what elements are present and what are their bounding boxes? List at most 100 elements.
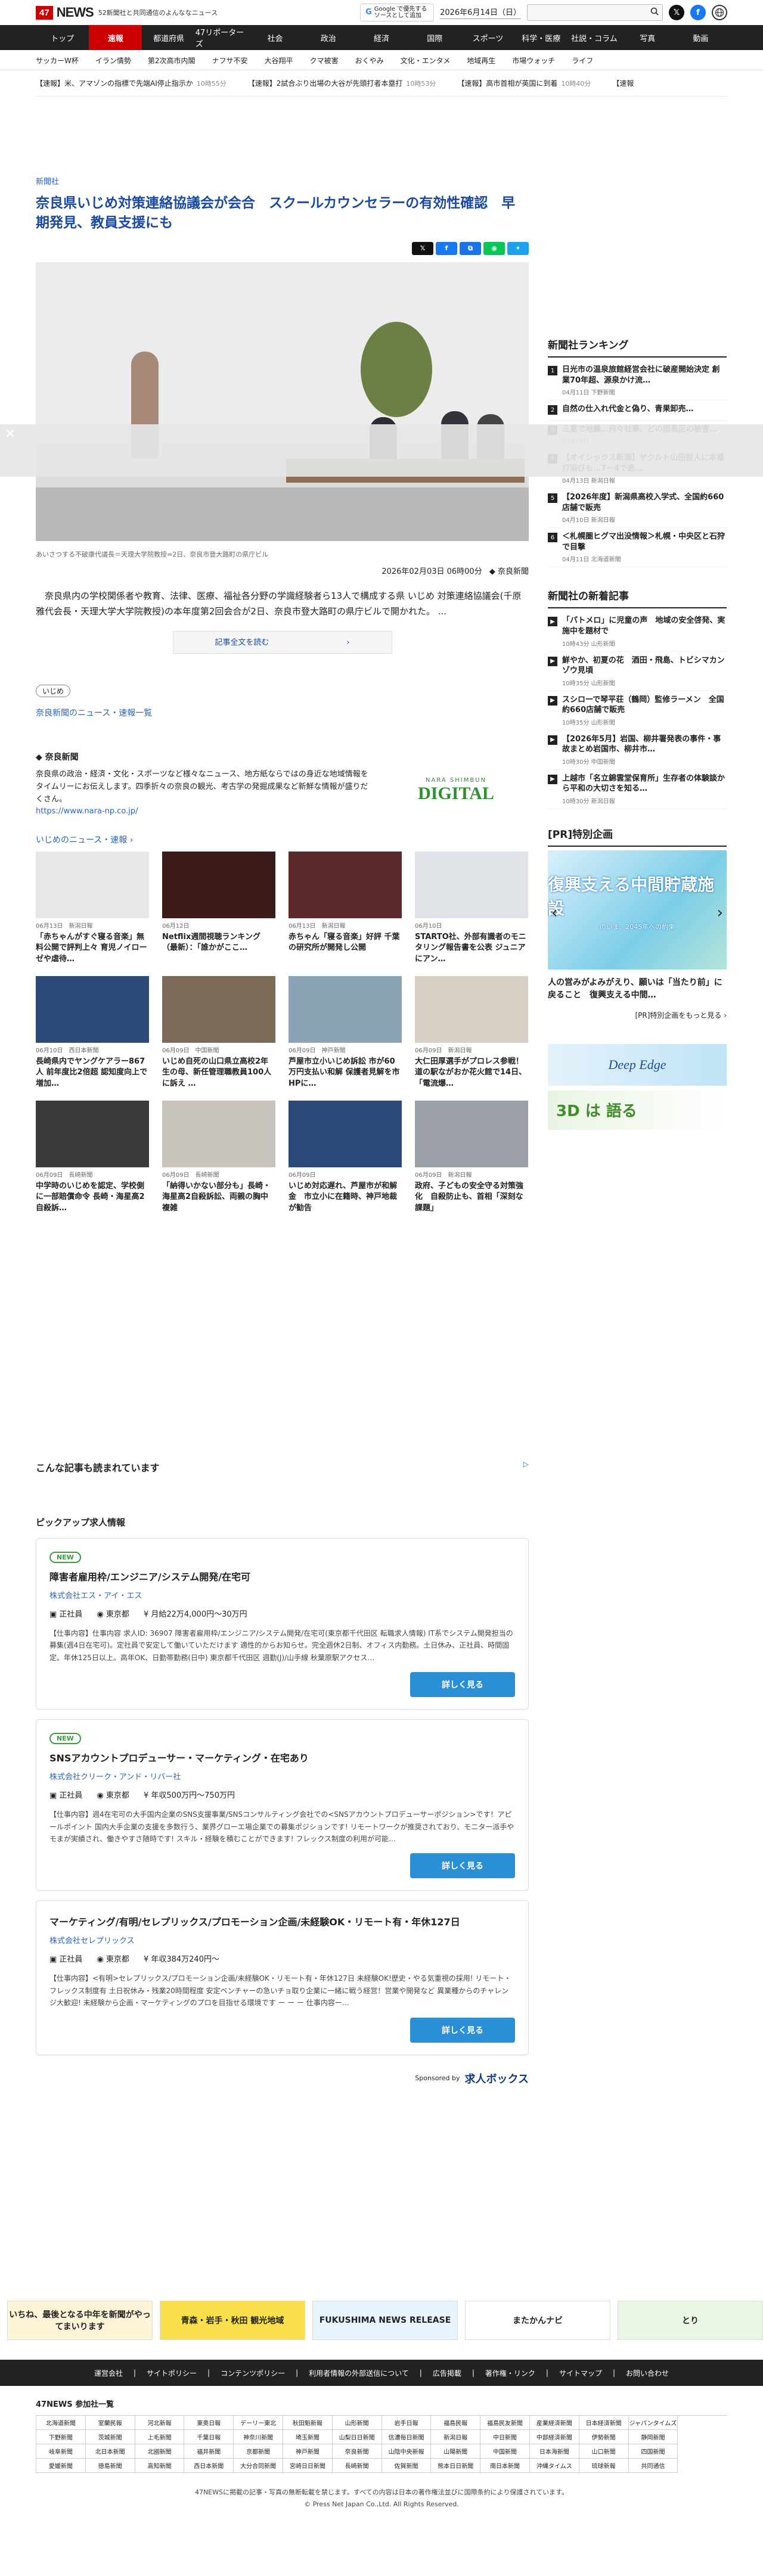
member-link[interactable]: 徳島新聞	[85, 2459, 135, 2473]
job-card[interactable]: マーケティング/有明/セレプリックス/プロモーション企画/未経験OK・リモート有…	[36, 1900, 529, 2055]
job-title[interactable]: SNSアカウントプロデューサー・マーケティング・在宅あり	[49, 1750, 515, 1764]
member-link[interactable]: 日本海新聞	[529, 2444, 579, 2459]
ranking-item[interactable]: 5 【2026年度】新潟県高校入学式、全国約660店舗で販売 04月10日 新潟日報	[548, 489, 727, 529]
member-link[interactable]: 上毛新聞	[135, 2430, 185, 2444]
member-link[interactable]: 北國新聞	[135, 2444, 185, 2459]
news-card-thumbnail[interactable]	[36, 851, 149, 918]
share-line-icon[interactable]: ◉	[483, 241, 505, 255]
globe-icon[interactable]	[712, 5, 727, 20]
member-link[interactable]: 中部経済新聞	[529, 2430, 579, 2444]
share-x-icon[interactable]: 𝕏	[412, 241, 433, 255]
carousel-next-icon[interactable]: ›	[717, 904, 723, 922]
sub-nav-item[interactable]: 第2次高市内閣	[148, 55, 196, 66]
main-nav-item[interactable]: 写真	[621, 25, 674, 50]
job-card[interactable]: NEW SNSアカウントプロデューサー・マーケティング・在宅あり 株式会社クリーク・…	[36, 1719, 529, 1891]
news-card[interactable]: 06月09日 中国新聞 いじめ自死の山口県立高校2年生の母、新任管理職教員100人に…	[162, 975, 275, 1091]
partner-banner[interactable]: いちね、最後となる中年を新聞がやってまいります	[7, 2301, 153, 2340]
member-link[interactable]: 高知新聞	[135, 2459, 185, 2473]
pr-image[interactable]: ‹ 復興支える中間貯蔵施設 のいま、2045年への約束 ›	[548, 850, 727, 970]
news-card-thumbnail[interactable]	[289, 1100, 402, 1167]
adchoices-icon[interactable]: ▷	[523, 1460, 529, 1474]
main-nav-item[interactable]: 都道府県	[142, 25, 195, 50]
member-link[interactable]: 伊勢新聞	[579, 2430, 629, 2444]
main-nav-item[interactable]: 速報	[89, 25, 142, 50]
member-link[interactable]: 福島民友新聞	[480, 2416, 530, 2430]
member-link[interactable]: 下野新聞	[36, 2430, 86, 2444]
main-nav-item[interactable]: 47リポーターズ	[196, 25, 249, 50]
member-link[interactable]: 京都新聞	[234, 2444, 283, 2459]
close-icon[interactable]: ✕	[5, 427, 15, 442]
provider-url[interactable]: https://www.nara-np.co.jp/	[36, 807, 138, 816]
member-link[interactable]: 宮崎日日新聞	[283, 2459, 333, 2473]
news-card-thumbnail[interactable]	[415, 1100, 528, 1167]
news-card-thumbnail[interactable]	[36, 1100, 149, 1167]
news-card[interactable]: 06月13日 新潟日報 赤ちゃん「寝る音楽」好評 千葉の研究所が開発し公開	[289, 851, 402, 967]
site-logo[interactable]: 47 NEWS	[36, 5, 94, 20]
news-card-thumbnail[interactable]	[162, 851, 275, 918]
search-icon[interactable]	[650, 7, 659, 18]
member-link[interactable]: 山形新聞	[332, 2416, 382, 2430]
sub-nav-item[interactable]: 市場ウォッチ	[512, 55, 555, 66]
news-card-thumbnail[interactable]	[289, 851, 402, 918]
member-link[interactable]: 山梨日日新聞	[332, 2430, 382, 2444]
news-card[interactable]: 06月09日 新潟日報 大仁田厚選手がプロレス参戦！道の駅ながおか花火館で14日、「…	[415, 975, 528, 1091]
job-company[interactable]: 株式会社クリーク・アンド・リバー社	[49, 1770, 515, 1782]
article-source[interactable]: ◆ 奈良新聞	[489, 567, 529, 576]
member-link[interactable]: 愛媛新聞	[36, 2459, 86, 2473]
kyujin-box-logo[interactable]: 求人ボックス	[465, 2071, 529, 2086]
ticker-item[interactable]: 【速報】高市首相が英国に到着 10時40分	[457, 78, 591, 88]
nara-digital-banner[interactable]: NARA SHIMBUN DIGITAL	[384, 772, 528, 808]
job-title[interactable]: 障害者雇用枠/エンジニア/システム開発/在宅可	[49, 1569, 515, 1583]
ranking-item[interactable]: 2 自然の仕入れ代金と偽り、青果卸売…	[548, 400, 727, 421]
footer-nav-link[interactable]: 利用者情報の外部送信について	[309, 2368, 409, 2378]
article-category[interactable]: 新聞社	[36, 175, 529, 187]
sub-nav-item[interactable]: おくやみ	[355, 55, 384, 66]
main-nav-item[interactable]: 政治	[302, 25, 355, 50]
member-link[interactable]: ジャパンタイムズ	[628, 2416, 678, 2430]
member-link[interactable]: 室蘭民報	[85, 2416, 135, 2430]
news-card-thumbnail[interactable]	[415, 975, 528, 1043]
source-news-list-link[interactable]: 奈良新聞のニュース・速報一覧	[36, 707, 529, 719]
member-link[interactable]: 千葉日報	[184, 2430, 234, 2444]
main-nav-item[interactable]: 国際	[408, 25, 461, 50]
footer-nav-link[interactable]: コンテンツポリシー	[221, 2368, 285, 2378]
sub-nav-item[interactable]: イラン情勢	[95, 55, 131, 66]
member-link[interactable]: 静岡新聞	[628, 2430, 678, 2444]
partner-banner[interactable]: とり	[618, 2301, 763, 2340]
main-nav-item[interactable]: トップ	[36, 25, 89, 50]
job-card[interactable]: NEW 障害者雇用枠/エンジニア/システム開発/在宅可 株式会社エス・アイ・エス ▣ …	[36, 1538, 529, 1710]
news-card[interactable]: 06月09日 神戸新聞 芦屋市立小いじめ訴訟 市が60万円支払い和解 保護者見解を市…	[289, 975, 402, 1091]
news-card-thumbnail[interactable]	[289, 975, 402, 1043]
member-link[interactable]: 新潟日報	[431, 2430, 481, 2444]
news-card[interactable]: 06月09日 長崎新聞 中学時のいじめを認定、学校側に一部賠償命令 長崎・海星高2自…	[36, 1100, 149, 1216]
share-facebook-icon[interactable]: f	[436, 241, 457, 255]
news-card[interactable]: 06月10日 STARTO社、外部有識者のモニタリング報告書を公表 ジュニアにアン…	[415, 851, 528, 967]
member-link[interactable]: デーリー東北	[234, 2416, 283, 2430]
job-company[interactable]: 株式会社エス・アイ・エス	[49, 1589, 515, 1601]
partner-banner[interactable]: 青森・岩手・秋田 観光地域	[160, 2301, 305, 2340]
member-link[interactable]: 南日本新聞	[480, 2459, 530, 2473]
footer-nav-link[interactable]: 広告掲載	[433, 2368, 461, 2378]
ad-banner-deepedge[interactable]: Deep Edge	[548, 1043, 727, 1086]
facebook-icon[interactable]: f	[690, 5, 706, 20]
main-nav-item[interactable]: 経済	[355, 25, 408, 50]
news-card-thumbnail[interactable]	[162, 975, 275, 1043]
topic-tag[interactable]: いじめ	[36, 685, 71, 698]
job-detail-button[interactable]: 詳しく見る	[410, 2017, 515, 2043]
member-link[interactable]: 山陰中央新報	[382, 2444, 432, 2459]
ticker-item[interactable]: 【速報	[612, 78, 634, 88]
member-link[interactable]: 日本経済新聞	[579, 2416, 629, 2430]
member-link[interactable]: 奈良新聞	[332, 2444, 382, 2459]
sub-nav-item[interactable]: 大谷翔平	[265, 55, 293, 66]
main-nav-item[interactable]: スポーツ	[461, 25, 514, 50]
member-link[interactable]: 熊本日日新聞	[431, 2459, 481, 2473]
main-nav-item[interactable]: 動画	[674, 25, 727, 50]
member-link[interactable]: 佐賀新聞	[382, 2459, 432, 2473]
news-card-thumbnail[interactable]	[36, 975, 149, 1043]
footer-nav-link[interactable]: サイトマップ	[559, 2368, 602, 2378]
member-link[interactable]: 福井新聞	[184, 2444, 234, 2459]
footer-nav-link[interactable]: 著作権・リンク	[485, 2368, 535, 2378]
partner-banner[interactable]: FUKUSHIMA NEWS RELEASE	[312, 2301, 458, 2340]
member-link[interactable]: 山口新聞	[579, 2444, 629, 2459]
job-detail-button[interactable]: 詳しく見る	[410, 1672, 515, 1698]
